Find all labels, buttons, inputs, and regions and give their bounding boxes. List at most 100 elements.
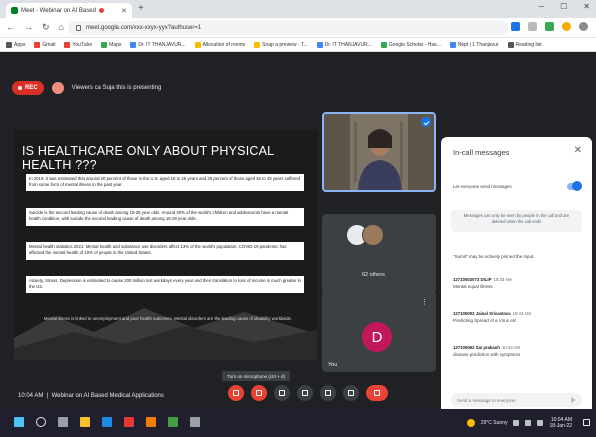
chrome-icon[interactable] bbox=[168, 417, 178, 427]
extension-icon[interactable] bbox=[528, 22, 537, 31]
shared-slide: IS HEALTHCARE ONLY ABOUT PHYSICAL HEALTH… bbox=[14, 130, 317, 360]
windows-start-icon[interactable] bbox=[14, 417, 24, 427]
slide-paragraph: Anxiety, Stress, Depression is estimated… bbox=[26, 276, 304, 293]
slide-title: IS HEALTHCARE ONLY ABOUT PHYSICAL HEALTH… bbox=[22, 144, 274, 172]
back-icon[interactable]: ← bbox=[6, 22, 15, 33]
bookmark-item[interactable]: Snap a preview - T... bbox=[254, 41, 308, 48]
new-tab-button[interactable]: + bbox=[138, 3, 144, 15]
app-icon[interactable] bbox=[124, 417, 134, 427]
message-time: 10:43 AM bbox=[501, 345, 520, 350]
call-controls bbox=[228, 385, 388, 401]
rec-badge: REC bbox=[12, 81, 44, 95]
extension-icon[interactable] bbox=[511, 22, 520, 31]
message-text: Predicting Spread of a Virus etc bbox=[453, 318, 517, 323]
address-bar: ← → ↻ ⌂ meet.google.com/xxx-xxyx-yyx?aut… bbox=[0, 18, 596, 38]
self-tile[interactable]: ⋮ D You bbox=[322, 292, 436, 372]
chat-notice: Messages can only be seen by people in t… bbox=[451, 210, 582, 232]
presenter-video-tile[interactable] bbox=[322, 112, 436, 192]
slide-footer: Mental illness is linked to unemployment… bbox=[43, 316, 293, 321]
bookmark-item[interactable]: Apps bbox=[6, 41, 25, 48]
lock-icon bbox=[76, 25, 81, 31]
slide-paragraph: Mental health statistics 2021: Mental he… bbox=[26, 242, 304, 260]
message-time: 10:43 AM bbox=[493, 277, 512, 282]
presenting-text: Viewers ca Suja this is presenting bbox=[71, 85, 162, 91]
present-button[interactable] bbox=[320, 385, 336, 401]
maximize-icon[interactable]: ☐ bbox=[560, 2, 567, 11]
message-sender: 127105062 Sai prakash bbox=[453, 345, 500, 350]
in-call-messages-panel: In-call messages ✕ Let everyone send mes… bbox=[441, 137, 592, 422]
meet-favicon-icon bbox=[11, 7, 18, 14]
home-icon[interactable]: ⌂ bbox=[59, 22, 64, 33]
search-icon[interactable] bbox=[36, 417, 46, 427]
recording-dot-icon bbox=[98, 8, 104, 13]
raise-hand-button[interactable] bbox=[297, 385, 313, 401]
message-composer bbox=[451, 393, 582, 407]
weather-icon bbox=[466, 419, 475, 427]
slide-paragraph: Suicide is the second leading cause of d… bbox=[26, 208, 304, 226]
pin-check-icon bbox=[421, 117, 431, 127]
bookmark-item[interactable]: YouTube bbox=[64, 41, 92, 48]
minimize-icon[interactable]: ─ bbox=[538, 2, 544, 11]
camera-off-button[interactable] bbox=[251, 385, 267, 401]
message-text: Mental equal illness bbox=[453, 284, 493, 289]
store-icon[interactable] bbox=[102, 417, 112, 427]
meeting-time: 10:04 AM bbox=[18, 393, 44, 399]
task-view-icon[interactable] bbox=[58, 417, 68, 427]
forward-icon[interactable]: → bbox=[24, 22, 33, 33]
reload-icon[interactable]: ↻ bbox=[42, 22, 50, 33]
bookmark-item[interactable]: Allocation of rooms bbox=[194, 41, 245, 48]
more-options-button[interactable] bbox=[343, 385, 359, 401]
bookmark-item[interactable]: Maps bbox=[101, 41, 121, 48]
slide-background-hills bbox=[14, 308, 317, 360]
message-sender: 127105002 Jainal Srivastava bbox=[453, 311, 511, 316]
presenter-avatar bbox=[51, 82, 64, 94]
clock[interactable]: 10:04 AM 18-Jan-22 bbox=[549, 417, 572, 429]
bookmark-item[interactable]: Dr. IT THANJAVUR... bbox=[316, 41, 372, 48]
leave-call-button[interactable] bbox=[366, 385, 388, 401]
network-icon[interactable] bbox=[513, 420, 520, 426]
tab-title: Meet - Webinar on AI Based bbox=[21, 7, 96, 14]
chat-message: 127105062 Sai prakash 10:43 AM disease pr… bbox=[453, 345, 581, 357]
close-tab-icon[interactable]: ✕ bbox=[121, 7, 127, 15]
more-options-icon[interactable]: ⋮ bbox=[421, 298, 428, 306]
microphone-off-button[interactable] bbox=[228, 385, 244, 401]
bookmark-item[interactable]: Nkpt | 1 Thanjavur bbox=[449, 41, 499, 48]
mic-tooltip: Turn on microphone (ctrl + d) bbox=[222, 371, 290, 381]
battery-icon[interactable] bbox=[537, 420, 544, 426]
window-controls: ─ ☐ ✕ bbox=[538, 2, 590, 11]
bookmark-item[interactable]: Google Scholar - Has... bbox=[380, 41, 441, 48]
browser-tab[interactable]: Meet - Webinar on AI Based ✕ bbox=[6, 3, 132, 18]
participant-avatar bbox=[362, 224, 384, 246]
message-text: disease prediction with symptoms bbox=[453, 352, 521, 357]
presenter-video bbox=[324, 114, 434, 190]
message-input[interactable] bbox=[457, 397, 567, 403]
close-panel-icon[interactable]: ✕ bbox=[574, 145, 582, 156]
weather-text[interactable]: 29°C Sunny bbox=[481, 420, 508, 426]
extension-icon[interactable] bbox=[545, 22, 554, 31]
windows-taskbar: 29°C Sunny 10:04 AM 18-Jan-22 bbox=[0, 409, 596, 437]
extension-icon[interactable] bbox=[562, 22, 571, 31]
volume-icon[interactable] bbox=[525, 420, 532, 426]
meet-stage: REC Viewers ca Suja this is presenting I… bbox=[0, 52, 596, 422]
panel-title: In-call messages bbox=[453, 148, 510, 157]
send-icon[interactable] bbox=[571, 397, 576, 403]
file-explorer-icon[interactable] bbox=[80, 417, 90, 427]
notifications-icon[interactable] bbox=[583, 419, 590, 426]
allow-messages-toggle[interactable] bbox=[567, 181, 582, 191]
system-tray: 29°C Sunny 10:04 AM 18-Jan-22 bbox=[466, 417, 572, 429]
captions-button[interactable] bbox=[274, 385, 290, 401]
app-icon[interactable] bbox=[146, 417, 156, 427]
bookmark-item[interactable]: Dr. IT THANJAVUR... bbox=[130, 41, 186, 48]
others-tile[interactable]: 62 others bbox=[322, 214, 436, 294]
chat-permission-row: Let everyone send messages bbox=[453, 180, 582, 192]
profile-avatar[interactable] bbox=[579, 22, 588, 31]
omnibox[interactable]: meet.google.com/xxx-xxyx-yyx?authuser=1 bbox=[68, 21, 508, 35]
reading-list[interactable]: Reading list bbox=[507, 41, 542, 48]
close-window-icon[interactable]: ✕ bbox=[583, 2, 590, 11]
app-icon[interactable] bbox=[190, 417, 200, 427]
clock-date: 18-Jan-22 bbox=[549, 423, 572, 429]
url-text: meet.google.com/xxx-xxyx-yyx?authuser=1 bbox=[86, 25, 202, 31]
recording-bar: REC Viewers ca Suja this is presenting bbox=[12, 81, 161, 95]
bookmark-item[interactable]: Gmail bbox=[34, 41, 55, 48]
message-time: 10:43 AM bbox=[512, 311, 531, 316]
